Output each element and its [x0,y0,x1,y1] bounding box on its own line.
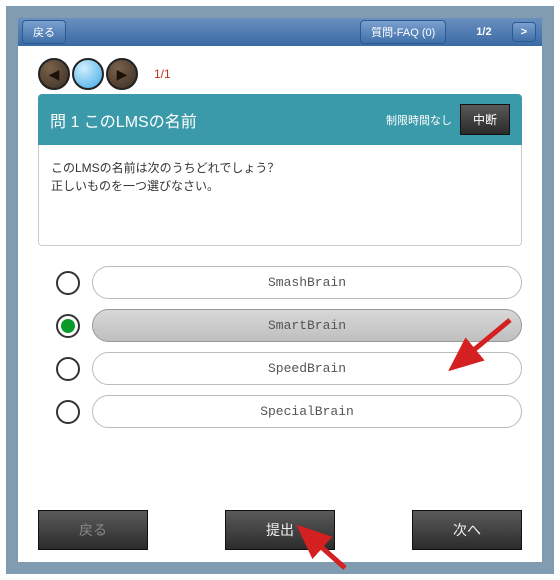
question-text-line: このLMSの名前は次のうちどれでしょう？ [51,159,509,177]
top-next-button[interactable]: > [512,22,536,42]
option-radio[interactable] [56,357,80,381]
option-row: SmashBrain [38,266,522,299]
options-list: SmashBrain SmartBrain SpeedBrain Special… [38,266,522,428]
chevron-right-icon: ▶ [117,66,128,83]
bottom-bar: 戻る 提出 次へ [38,510,522,550]
time-limit-label: 制限時間なし [386,112,452,128]
option-radio[interactable] [56,314,80,338]
top-back-button[interactable]: 戻る [22,20,66,44]
current-orb[interactable] [72,58,104,90]
orb-counter: 1/1 [154,67,171,81]
question-text-line: 正しいものを一つ選びなさい。 [51,177,509,195]
option-pill[interactable]: SmashBrain [92,266,522,299]
option-pill[interactable]: SpeedBrain [92,352,522,385]
next-orb-button[interactable]: ▶ [106,58,138,90]
nav-orbs: ◀ ▶ 1/1 [38,58,522,90]
abort-button[interactable]: 中断 [460,104,510,135]
option-radio[interactable] [56,271,80,295]
option-row: SpecialBrain [38,395,522,428]
prev-orb-button[interactable]: ◀ [38,58,70,90]
chevron-left-icon: ◀ [49,66,60,83]
question-title: 問 1 このLMSの名前 [50,108,197,132]
bottom-back-button[interactable]: 戻る [38,510,148,550]
option-row: SpeedBrain [38,352,522,385]
option-pill[interactable]: SpecialBrain [92,395,522,428]
option-pill[interactable]: SmartBrain [92,309,522,342]
question-header: 問 1 このLMSの名前 制限時間なし 中断 [38,94,522,145]
option-radio[interactable] [56,400,80,424]
option-row: SmartBrain [38,309,522,342]
submit-button[interactable]: 提出 [225,510,335,550]
question-body: このLMSの名前は次のうちどれでしょう？ 正しいものを一つ選びなさい。 [38,145,522,246]
bottom-next-button[interactable]: 次へ [412,510,522,550]
top-bar: 戻る 質問-FAQ (0) 1/2 > [18,18,542,46]
faq-button[interactable]: 質問-FAQ (0) [360,20,446,44]
top-page-indicator: 1/2 [476,26,491,38]
